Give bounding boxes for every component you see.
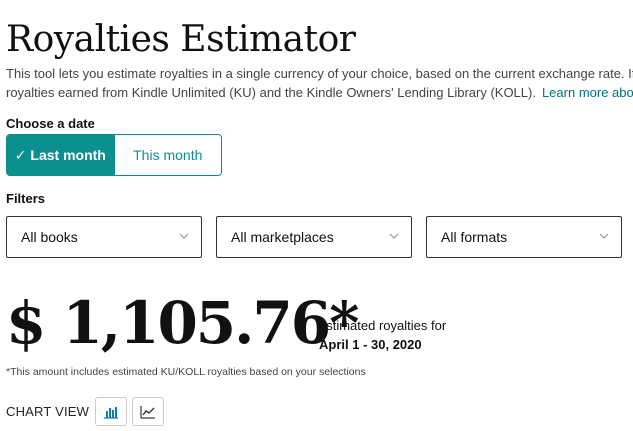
description-line-2: royalties earned from Kindle Unlimited (… — [6, 85, 536, 100]
books-filter-value: All books — [21, 229, 78, 245]
checkmark-icon: ✓ — [14, 146, 27, 163]
formats-filter-value: All formats — [441, 229, 508, 245]
line-chart-view-button[interactable] — [132, 397, 164, 426]
bar-chart-view-button[interactable] — [95, 397, 127, 426]
marketplaces-filter-value: All marketplaces — [231, 229, 334, 245]
chart-view-label: CHART VIEW — [6, 404, 90, 419]
books-filter-select[interactable]: All books — [6, 216, 202, 258]
line-chart-icon — [140, 405, 155, 419]
page-description: This tool lets you estimate royalties in… — [6, 64, 633, 102]
date-toggle-group: ✓ Last month This month — [6, 134, 222, 176]
formats-filter-select[interactable]: All formats — [426, 216, 622, 258]
page-title: Royalties Estimator — [6, 19, 356, 60]
choose-date-label: Choose a date — [6, 116, 95, 131]
bar-chart-icon — [104, 406, 118, 419]
royalties-footnote: *This amount includes estimated KU/KOLL … — [6, 366, 366, 378]
learn-more-link[interactable]: Learn more abou — [542, 85, 633, 100]
this-month-label: This month — [133, 147, 203, 163]
chevron-down-icon — [389, 233, 399, 239]
marketplaces-filter-select[interactable]: All marketplaces — [216, 216, 412, 258]
last-month-label: Last month — [30, 147, 106, 163]
chevron-down-icon — [599, 233, 609, 239]
last-month-button[interactable]: ✓ Last month — [7, 135, 114, 175]
royalties-caption: estimated royalties for April 1 - 30, 20… — [319, 316, 446, 354]
this-month-button[interactable]: This month — [113, 135, 221, 175]
filters-label: Filters — [6, 191, 46, 206]
royalties-period: April 1 - 30, 2020 — [319, 337, 422, 352]
royalties-amount: $ 1,105.76* — [6, 289, 359, 357]
chevron-down-icon — [179, 233, 189, 239]
royalties-caption-text: estimated royalties for — [319, 318, 447, 333]
description-line-1: This tool lets you estimate royalties in… — [6, 66, 633, 81]
